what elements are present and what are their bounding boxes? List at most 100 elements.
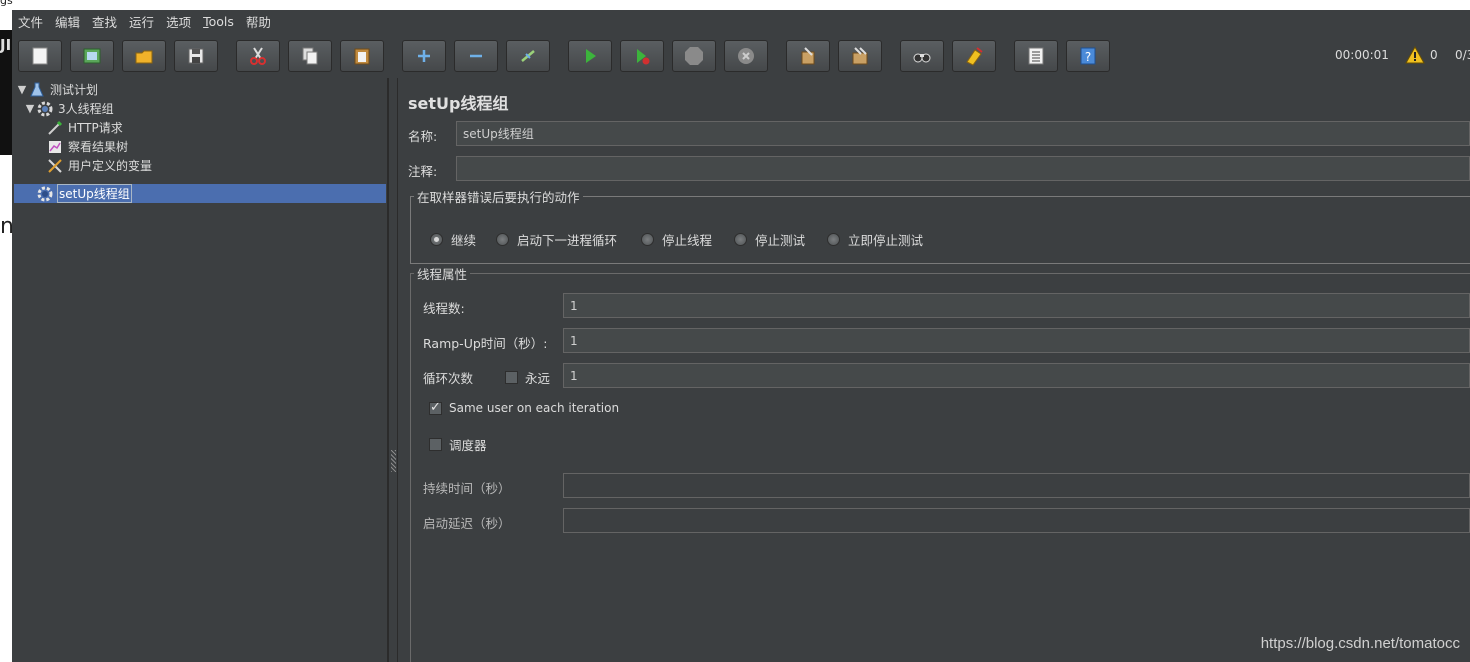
expand-button[interactable] bbox=[402, 40, 446, 72]
chart-icon bbox=[49, 140, 61, 153]
menu-tools[interactable]: Tools bbox=[203, 14, 234, 29]
radio-label: 停止测试 bbox=[755, 233, 806, 248]
templates-button[interactable] bbox=[70, 40, 114, 72]
same-user-checkbox[interactable]: Same user on each iteration bbox=[429, 400, 619, 415]
warning-count: 0 bbox=[1430, 48, 1438, 62]
checkbox-box[interactable] bbox=[505, 371, 518, 384]
radio-dot[interactable] bbox=[430, 233, 443, 246]
loop-count-input[interactable]: 1 bbox=[563, 363, 1470, 388]
setup-thread-group-panel: setUp线程组 名称: setUp线程组 注释: 在取样器错误后要执行的动作 … bbox=[398, 78, 1470, 662]
radio-stop-test-now[interactable]: 立即停止测试 bbox=[827, 230, 923, 249]
expand-arrow-icon[interactable]: ▼ bbox=[16, 83, 28, 96]
tree-item-label: setUp线程组 bbox=[57, 184, 132, 203]
tree-item-label: 用户定义的变量 bbox=[68, 159, 153, 173]
comment-input[interactable] bbox=[456, 156, 1470, 181]
checkbox-box[interactable] bbox=[429, 400, 442, 415]
save-button[interactable] bbox=[174, 40, 218, 72]
collapse-icon bbox=[470, 54, 482, 58]
start-no-pause-button[interactable] bbox=[620, 40, 664, 72]
cut-button[interactable] bbox=[236, 40, 280, 72]
paste-icon bbox=[354, 48, 370, 65]
edge-fragment: gs bbox=[0, 0, 13, 7]
collapse-button[interactable] bbox=[454, 40, 498, 72]
tree-item-label: 测试计划 bbox=[50, 83, 99, 97]
pipette-icon bbox=[48, 120, 63, 135]
menu-run[interactable]: 运行 bbox=[129, 12, 154, 31]
radio-label: 立即停止测试 bbox=[848, 233, 924, 248]
duration-label: 持续时间（秒） bbox=[423, 481, 511, 496]
splitter-grip[interactable] bbox=[391, 450, 396, 472]
elapsed-timer: 00:00:01 bbox=[1335, 48, 1389, 62]
clear-all-icon bbox=[852, 47, 868, 65]
page-title: setUp线程组 bbox=[408, 94, 509, 113]
radio-stop-thread[interactable]: 停止线程 bbox=[641, 230, 712, 249]
tree-item-label: HTTP请求 bbox=[68, 121, 123, 135]
duration-input[interactable] bbox=[563, 473, 1470, 498]
tree-item-thread-group[interactable]: ▼ 3人线程组 bbox=[24, 99, 115, 118]
checkbox-box[interactable] bbox=[429, 438, 442, 451]
stop-button[interactable] bbox=[672, 40, 716, 72]
radio-dot[interactable] bbox=[734, 233, 747, 246]
clear-all-button[interactable] bbox=[838, 40, 882, 72]
toggle-icon bbox=[521, 50, 535, 62]
tree-item-test-plan[interactable]: ▼ 测试计划 bbox=[16, 80, 99, 99]
tree-item-http-request[interactable]: HTTP请求 bbox=[46, 118, 124, 137]
startup-delay-input[interactable] bbox=[563, 508, 1470, 533]
menubar: 文件 编辑 查找 运行 选项 Tools 帮助 bbox=[12, 10, 1470, 32]
startup-delay-label: 启动延迟（秒） bbox=[423, 516, 511, 531]
radio-dot[interactable] bbox=[496, 233, 509, 246]
reset-search-button[interactable] bbox=[952, 40, 996, 72]
paste-button[interactable] bbox=[340, 40, 384, 72]
new-icon bbox=[32, 47, 48, 65]
expand-arrow-icon[interactable]: ▼ bbox=[24, 102, 36, 115]
checkbox-label: 调度器 bbox=[449, 438, 487, 453]
help-button[interactable]: ? bbox=[1066, 40, 1110, 72]
templates-icon bbox=[83, 48, 101, 64]
menu-file[interactable]: 文件 bbox=[18, 12, 43, 31]
scheduler-checkbox[interactable]: 调度器 bbox=[429, 435, 487, 454]
forever-checkbox[interactable]: 永远 bbox=[505, 368, 550, 387]
help-icon: ? bbox=[1080, 47, 1096, 65]
radio-start-next-loop[interactable]: 启动下一进程循环 bbox=[496, 230, 617, 249]
threads-input[interactable]: 1 bbox=[563, 293, 1470, 318]
radio-stop-test[interactable]: 停止测试 bbox=[734, 230, 805, 249]
new-button[interactable] bbox=[18, 40, 62, 72]
radio-label: 启动下一进程循环 bbox=[517, 233, 618, 248]
save-icon bbox=[188, 48, 204, 64]
menu-help[interactable]: 帮助 bbox=[246, 12, 271, 31]
watermark: https://blog.csdn.net/tomatocc bbox=[1260, 635, 1460, 652]
menu-edit[interactable]: 编辑 bbox=[55, 12, 80, 31]
checkbox-label: 永远 bbox=[525, 371, 551, 386]
search-icon bbox=[913, 53, 931, 63]
radio-label: 停止线程 bbox=[662, 233, 713, 248]
active-threads: 0/3 bbox=[1455, 48, 1470, 62]
start-button[interactable] bbox=[568, 40, 612, 72]
thread-props-divider bbox=[410, 273, 1470, 274]
warning-icon[interactable] bbox=[1405, 46, 1425, 64]
thread-props-border bbox=[410, 273, 411, 662]
clear-button[interactable] bbox=[786, 40, 830, 72]
toggle-button[interactable] bbox=[506, 40, 550, 72]
search-button[interactable] bbox=[900, 40, 944, 72]
radio-dot[interactable] bbox=[641, 233, 654, 246]
tree-item-results-tree[interactable]: 察看结果树 bbox=[46, 137, 129, 156]
threads-label: 线程数: bbox=[423, 301, 465, 316]
radio-label: 继续 bbox=[451, 233, 477, 248]
shutdown-button[interactable] bbox=[724, 40, 768, 72]
open-button[interactable] bbox=[122, 40, 166, 72]
gear-icon bbox=[37, 101, 53, 116]
flask-icon bbox=[30, 82, 44, 96]
menu-search[interactable]: 查找 bbox=[92, 12, 117, 31]
radio-continue[interactable]: 继续 bbox=[430, 230, 476, 249]
error-action-title: 在取样器错误后要执行的动作 bbox=[414, 187, 583, 206]
function-helper-button[interactable] bbox=[1014, 40, 1058, 72]
copy-button[interactable] bbox=[288, 40, 332, 72]
name-input[interactable]: setUp线程组 bbox=[456, 121, 1470, 146]
tree-item-user-variables[interactable]: 用户定义的变量 bbox=[46, 156, 153, 175]
tree-item-setup-thread-group[interactable]: setUp线程组 bbox=[14, 184, 386, 203]
loop-count-label: 循环次数 bbox=[423, 371, 474, 386]
radio-dot[interactable] bbox=[827, 233, 840, 246]
menu-options[interactable]: 选项 bbox=[166, 12, 191, 31]
rampup-input[interactable]: 1 bbox=[563, 328, 1470, 353]
pane-splitter[interactable] bbox=[388, 78, 398, 662]
